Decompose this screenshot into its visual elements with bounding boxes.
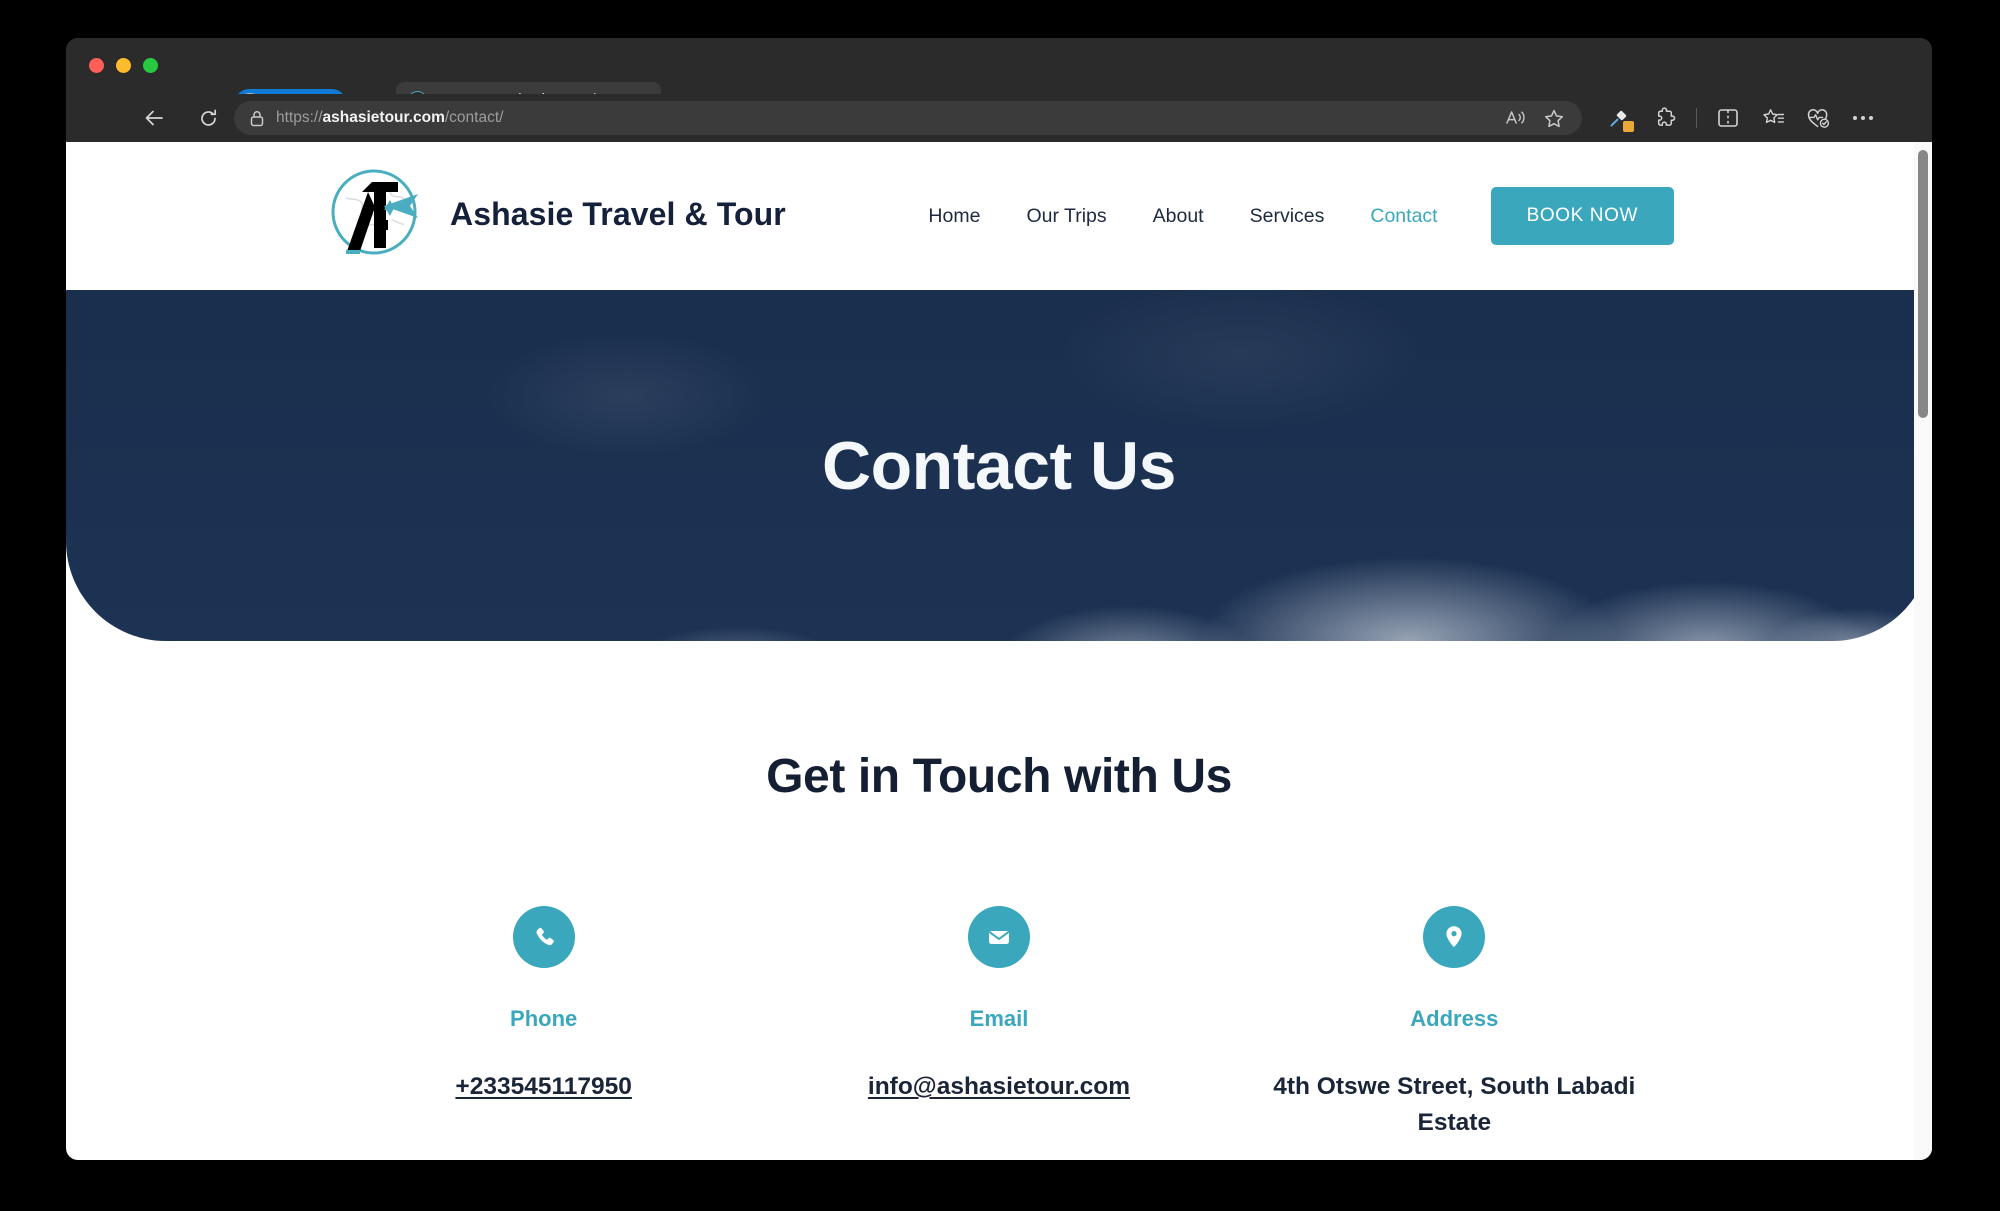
book-now-button[interactable]: BOOK NOW (1490, 187, 1674, 245)
contact-card-phone: Phone +233545117950 (316, 906, 771, 1140)
email-link[interactable]: info@ashasietour.com (868, 1073, 1130, 1100)
contact-card-value: info@ashasietour.com (771, 1069, 1226, 1105)
omnibox-actions (1502, 101, 1568, 135)
tab-strip: InPrivate Contact – Ashasie Travel & Tou (66, 38, 1932, 120)
contact-card-label: Phone (510, 1006, 578, 1031)
url-scheme: https:// (276, 109, 323, 126)
collections-icon[interactable] (1759, 104, 1787, 132)
map-pin-icon (1423, 906, 1486, 968)
section-title: Get in Touch with Us (766, 750, 1232, 803)
browser-window: InPrivate Contact – Ashasie Travel & Tou (66, 38, 1932, 1160)
contact-card-address: Address 4th Otswe Street, South Labadi E… (1227, 906, 1682, 1140)
phone-link[interactable]: +233545117950 (455, 1073, 631, 1100)
close-window-button[interactable] (89, 58, 104, 73)
phone-icon (512, 906, 575, 968)
extensions-icon[interactable] (1651, 104, 1679, 132)
lock-icon (250, 110, 264, 127)
split-screen-icon[interactable] (1714, 104, 1742, 132)
reload-icon[interactable] (192, 102, 224, 134)
brand-logo-link[interactable]: Ashasie Travel & Tour (324, 162, 786, 266)
url-host: ashasietour.com (322, 109, 445, 126)
nav-item-home[interactable]: Home (905, 205, 1003, 228)
browser-toolbar (1606, 101, 1877, 135)
contact-card-label: Address (1410, 1006, 1499, 1031)
copilot-designer-icon[interactable] (1606, 104, 1635, 133)
ashasie-globe-plane-logo (324, 162, 428, 266)
designer-badge (1622, 120, 1635, 133)
nav-item-contact[interactable]: Contact (1347, 205, 1460, 228)
contact-card-email: Email info@ashasietour.com (771, 906, 1226, 1140)
url-text: https://ashasietour.com/contact/ (276, 109, 503, 127)
hero-banner: Contact Us (66, 290, 1932, 641)
email-icon (967, 906, 1030, 968)
read-aloud-icon[interactable] (1502, 104, 1530, 132)
back-arrow-icon[interactable] (138, 102, 170, 134)
nav-item-our-trips[interactable]: Our Trips (1003, 205, 1129, 228)
toolbar-divider (1696, 108, 1697, 128)
contact-card-value: 4th Otswe Street, South Labadi Estate (1273, 1073, 1636, 1136)
nav-item-services[interactable]: Services (1227, 205, 1348, 228)
settings-and-more-icon[interactable] (1849, 104, 1877, 132)
nav-item-about[interactable]: About (1130, 205, 1227, 228)
contact-card-label: Email (969, 1006, 1029, 1031)
scrollbar-thumb[interactable] (1918, 150, 1928, 418)
maximize-window-button[interactable] (143, 58, 158, 73)
minimize-window-button[interactable] (116, 58, 131, 73)
address-bar-row: https://ashasietour.com/contact/ (66, 94, 1932, 142)
add-favorite-icon[interactable] (1540, 104, 1568, 132)
url-path: /contact/ (444, 109, 504, 126)
contact-cards: Phone +233545117950 Email info@ashasieto… (66, 906, 1932, 1140)
window-controls (89, 58, 158, 73)
url-bar[interactable]: https://ashasietour.com/contact/ (234, 101, 1582, 135)
brand-name: Ashasie Travel & Tour (450, 195, 786, 232)
browser-essentials-icon[interactable] (1804, 104, 1832, 132)
site-navigation: Home Our Trips About Services Contact BO… (905, 142, 1674, 290)
page-viewport: Ashasie Travel & Tour Home Our Trips Abo… (66, 142, 1932, 1160)
contact-card-value: +233545117950 (316, 1069, 771, 1105)
site-header: Ashasie Travel & Tour Home Our Trips Abo… (66, 142, 1932, 290)
page-title: Contact Us (822, 427, 1176, 504)
page-scrollbar[interactable] (1914, 142, 1932, 1160)
contact-section: Get in Touch with Us Phone +233545117950 (66, 641, 1932, 1141)
